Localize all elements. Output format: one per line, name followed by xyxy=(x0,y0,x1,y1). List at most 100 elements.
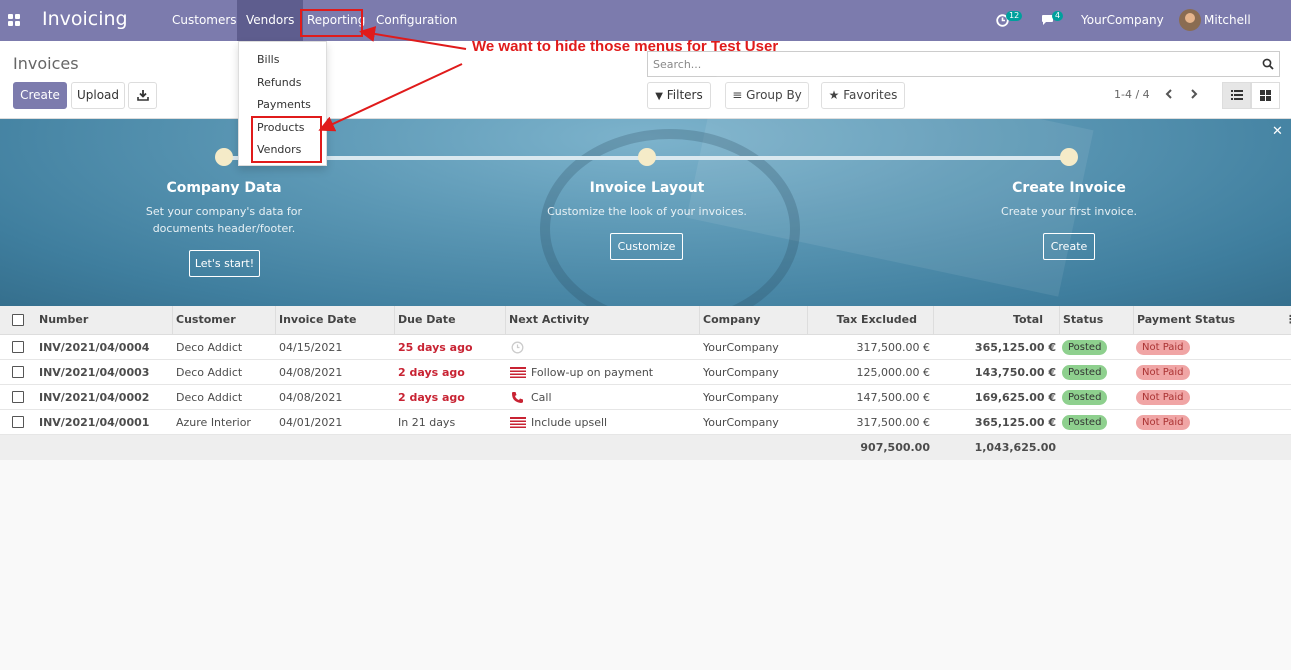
breadcrumb-title: Invoices xyxy=(13,54,79,73)
column-header-company[interactable]: Company xyxy=(700,306,808,335)
cell-tax-excluded: 317,500.00 € xyxy=(856,416,930,429)
payment-status-badge: Not Paid xyxy=(1136,390,1190,405)
create-button[interactable]: Create xyxy=(13,82,67,109)
cell-customer: Azure Interior xyxy=(176,416,251,429)
create-invoice-button[interactable]: Create xyxy=(1043,233,1095,260)
table-footer-totals: 907,500.00 1,043,625.00 xyxy=(0,435,1291,460)
cell-number: INV/2021/04/0002 xyxy=(39,391,150,404)
column-header-next-activity[interactable]: Next Activity xyxy=(506,306,700,335)
step-desc-line: documents header/footer. xyxy=(152,222,296,235)
status-badge: Posted xyxy=(1062,415,1108,430)
step-dot-create-invoice xyxy=(1060,148,1078,166)
payment-status-badge: Not Paid xyxy=(1136,340,1190,355)
list-icon xyxy=(1231,90,1243,100)
cell-invoice-date: 04/15/2021 xyxy=(279,341,343,354)
payment-status-badge: Not Paid xyxy=(1136,365,1190,380)
kanban-icon xyxy=(1260,90,1271,101)
column-header-due-date[interactable]: Due Date xyxy=(395,306,506,335)
menu-item-payments[interactable]: Payments xyxy=(257,98,311,111)
cell-due-date: 2 days ago xyxy=(398,366,465,379)
company-switcher[interactable]: YourCompany xyxy=(1081,0,1164,41)
filters-button[interactable]: ▼ Filters xyxy=(647,82,711,109)
column-header-tax-excluded[interactable]: Tax Excluded xyxy=(808,306,934,335)
cell-total: 143,750.00 € xyxy=(974,366,1056,379)
step-title-company-data: Company Data xyxy=(166,180,282,196)
row-checkbox[interactable] xyxy=(12,416,24,428)
upload-button[interactable]: Upload xyxy=(71,82,125,109)
cell-number: INV/2021/04/0003 xyxy=(39,366,150,379)
step-desc-invoice-layout: Customize the look of your invoices. xyxy=(547,205,747,218)
download-button[interactable] xyxy=(128,82,157,109)
cell-tax-excluded: 147,500.00 € xyxy=(856,391,930,404)
cell-number: INV/2021/04/0001 xyxy=(39,416,150,429)
close-banner-icon[interactable]: ✕ xyxy=(1272,124,1283,139)
status-badge: Posted xyxy=(1062,365,1108,380)
menu-item-refunds[interactable]: Refunds xyxy=(257,76,301,89)
column-header-status[interactable]: Status xyxy=(1060,306,1134,335)
row-checkbox[interactable] xyxy=(12,341,24,353)
column-header-total[interactable]: Total xyxy=(934,306,1060,335)
row-checkbox[interactable] xyxy=(12,366,24,378)
column-header-invoice-date[interactable]: Invoice Date xyxy=(276,306,395,335)
cell-invoice-date: 04/08/2021 xyxy=(279,366,343,379)
payment-status-badge: Not Paid xyxy=(1136,415,1190,430)
user-avatar[interactable] xyxy=(1179,9,1201,31)
step-title-create-invoice: Create Invoice xyxy=(1012,180,1126,196)
customize-button[interactable]: Customize xyxy=(610,233,683,260)
cell-total: 365,125.00 € xyxy=(974,341,1056,354)
step-dot-invoice-layout xyxy=(638,148,656,166)
cell-due-date: In 21 days xyxy=(398,416,456,429)
total-amount: 1,043,625.00 xyxy=(974,441,1056,454)
table-row[interactable]: INV/2021/04/0004 Deco Addict 04/15/2021 … xyxy=(0,335,1291,360)
list-view-button[interactable] xyxy=(1222,82,1251,109)
column-header-customer[interactable]: Customer xyxy=(173,306,276,335)
app-title: Invoicing xyxy=(42,8,128,30)
step-dot-company-data xyxy=(215,148,233,166)
flag-icon[interactable] xyxy=(510,417,526,428)
apps-menu-icon[interactable] xyxy=(8,14,20,26)
cell-tax-excluded: 125,000.00 € xyxy=(856,366,930,379)
top-navbar: Invoicing Customers Vendors Reporting Co… xyxy=(0,0,1291,68)
menu-vendors[interactable]: Vendors xyxy=(237,0,304,41)
row-checkbox[interactable] xyxy=(12,391,24,403)
menu-configuration[interactable]: Configuration xyxy=(367,0,466,41)
table-row[interactable]: INV/2021/04/0002 Deco Addict 04/08/2021 … xyxy=(0,385,1291,410)
phone-icon[interactable] xyxy=(511,391,524,404)
filters-label: Filters xyxy=(666,88,703,102)
annotation-box-products-vendors xyxy=(251,116,322,163)
menu-item-bills[interactable]: Bills xyxy=(257,53,279,66)
search-icon[interactable] xyxy=(1262,58,1274,70)
table-row[interactable]: INV/2021/04/0003 Deco Addict 04/08/2021 … xyxy=(0,360,1291,385)
flag-icon[interactable] xyxy=(510,367,526,378)
cell-customer: Deco Addict xyxy=(176,341,243,354)
cell-number: INV/2021/04/0004 xyxy=(39,341,150,354)
download-icon xyxy=(136,90,149,101)
kanban-view-button[interactable] xyxy=(1251,82,1280,109)
user-menu[interactable]: Mitchell Admin xyxy=(1204,0,1291,68)
lets-start-button[interactable]: Let's start! xyxy=(189,250,260,277)
annotation-text: We want to hide those menus for Test Use… xyxy=(472,38,779,55)
cell-activity[interactable]: Include upsell xyxy=(531,410,607,435)
column-header-number[interactable]: Number xyxy=(36,306,173,335)
cell-total: 365,125.00 € xyxy=(974,416,1056,429)
pager-next-icon[interactable] xyxy=(1187,87,1201,101)
clock-icon[interactable] xyxy=(511,341,524,354)
table-row[interactable]: INV/2021/04/0001 Azure Interior 04/01/20… xyxy=(0,410,1291,435)
total-tax-excluded: 907,500.00 xyxy=(860,441,930,454)
cell-company: YourCompany xyxy=(703,416,779,429)
column-header-payment-status[interactable]: Payment Status xyxy=(1134,306,1291,335)
cell-customer: Deco Addict xyxy=(176,391,243,404)
filter-icon: ▼ xyxy=(655,91,663,102)
cell-activity[interactable]: Call xyxy=(531,385,552,410)
cell-company: YourCompany xyxy=(703,366,779,379)
select-all-checkbox[interactable] xyxy=(12,314,24,326)
pager-value[interactable]: 1-4 / 4 xyxy=(1114,88,1150,101)
cell-company: YourCompany xyxy=(703,341,779,354)
step-desc-create-invoice: Create your first invoice. xyxy=(1001,205,1137,218)
cell-invoice-date: 04/01/2021 xyxy=(279,416,343,429)
cell-activity[interactable]: Follow-up on payment xyxy=(531,360,653,385)
optional-columns-icon[interactable]: ⋮ xyxy=(1285,313,1291,326)
status-badge: Posted xyxy=(1062,390,1108,405)
pager-previous-icon[interactable] xyxy=(1162,87,1176,101)
menu-customers[interactable]: Customers xyxy=(163,0,246,41)
